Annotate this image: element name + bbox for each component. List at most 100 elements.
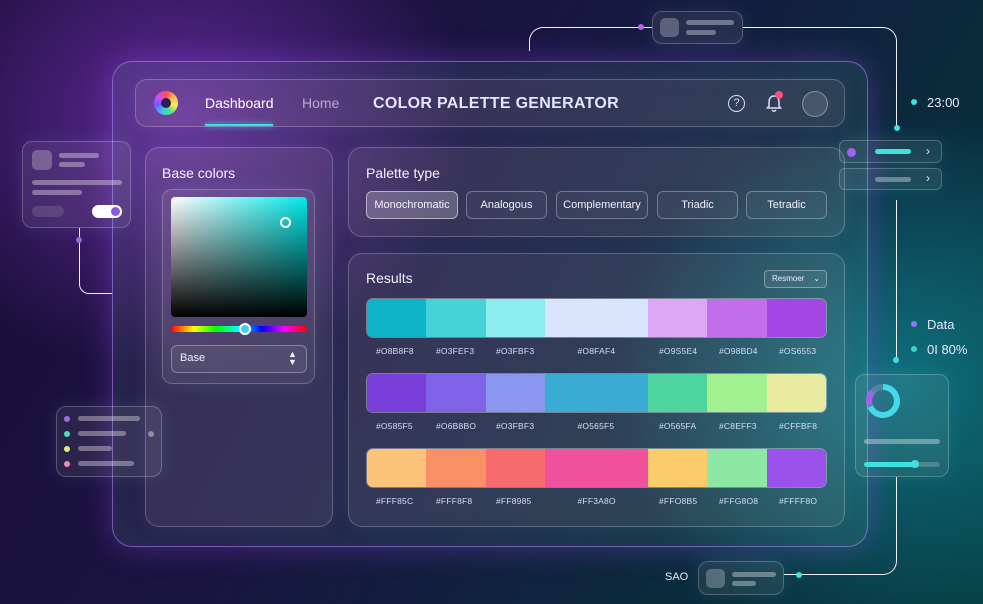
color-swatch[interactable] bbox=[485, 374, 546, 412]
hex-code-label: #O585F5 bbox=[376, 421, 413, 431]
color-swatch[interactable] bbox=[647, 374, 708, 412]
legend-dot bbox=[64, 416, 70, 422]
color-picker-handle[interactable] bbox=[280, 217, 291, 228]
data-label: Data bbox=[927, 317, 955, 332]
color-swatch[interactable] bbox=[766, 299, 826, 337]
color-swatch[interactable] bbox=[426, 299, 486, 337]
color-swatch[interactable] bbox=[426, 449, 486, 487]
palette-type-tetradic[interactable]: Tetradic bbox=[746, 191, 827, 219]
palette-type-complementary[interactable]: Complementary bbox=[556, 191, 648, 219]
legend-dot bbox=[64, 446, 70, 452]
color-swatch[interactable] bbox=[707, 299, 767, 337]
placeholder-line bbox=[78, 431, 126, 436]
time-label: 23:00 bbox=[927, 95, 960, 110]
side-card-thumbnail bbox=[706, 569, 725, 588]
base-colors-title: Base colors bbox=[162, 165, 236, 181]
color-swatch[interactable] bbox=[426, 374, 486, 412]
placeholder-line bbox=[78, 416, 140, 421]
color-swatch[interactable] bbox=[485, 449, 546, 487]
hex-code-label: #FF3A8O bbox=[577, 496, 616, 506]
hue-slider-handle[interactable] bbox=[239, 323, 251, 335]
reorder-dropdown[interactable]: Resmoer ⌄ bbox=[764, 270, 827, 288]
hex-code-label: #O9S5E4 bbox=[659, 346, 698, 356]
placeholder-line bbox=[32, 180, 122, 185]
placeholder-pill bbox=[32, 206, 64, 217]
palette-row[interactable] bbox=[366, 448, 827, 488]
palette-type-monochromatic[interactable]: Monochromatic bbox=[366, 191, 458, 219]
color-swatch[interactable] bbox=[647, 449, 708, 487]
tab-home[interactable]: Home bbox=[302, 95, 339, 111]
percent-dot bbox=[911, 346, 917, 352]
progress-handle[interactable] bbox=[911, 460, 919, 468]
connector-line bbox=[529, 27, 652, 51]
chevron-right-icon: › bbox=[926, 144, 930, 158]
placeholder-line bbox=[686, 30, 716, 35]
hex-code-label: #FFF8F8 bbox=[436, 496, 473, 506]
color-swatch[interactable] bbox=[367, 374, 427, 412]
placeholder-line bbox=[78, 461, 134, 466]
tab-dashboard[interactable]: Dashboard bbox=[205, 95, 274, 111]
hex-code-label: #O3FEF3 bbox=[436, 346, 475, 356]
color-swatch[interactable] bbox=[707, 374, 767, 412]
hex-code-label: #OS6553 bbox=[779, 346, 817, 356]
percent-label: 0I 80% bbox=[927, 342, 968, 357]
legend-dot bbox=[64, 431, 70, 437]
hex-code-label: #O8B8F8 bbox=[376, 346, 414, 356]
color-swatch[interactable] bbox=[485, 299, 546, 337]
hex-code-label: #O565F5 bbox=[577, 421, 615, 431]
hex-code-label: #FFO8B5 bbox=[659, 496, 698, 506]
hex-code-label: #O3FBF3 bbox=[496, 346, 535, 356]
placeholder-line bbox=[59, 162, 85, 167]
chevron-down-icon: ⌄ bbox=[813, 274, 820, 283]
palette-type-title: Palette type bbox=[366, 165, 440, 181]
color-swatch[interactable] bbox=[545, 374, 648, 412]
connector-dot bbox=[796, 572, 802, 578]
placeholder-line bbox=[732, 581, 756, 586]
color-swatch[interactable] bbox=[545, 449, 648, 487]
data-dot bbox=[911, 321, 917, 327]
color-swatch[interactable] bbox=[367, 449, 427, 487]
results-title: Results bbox=[366, 270, 413, 286]
side-card-thumbnail bbox=[32, 150, 52, 170]
placeholder-line bbox=[59, 153, 99, 158]
hex-code-label: #FFG8O8 bbox=[719, 496, 759, 506]
hex-code-label: #O565FA bbox=[659, 421, 697, 431]
palette-type-analogous[interactable]: Analogous bbox=[466, 191, 547, 219]
connector-line bbox=[784, 477, 897, 575]
page-title: COLOR PALETTE GENERATOR bbox=[373, 95, 620, 112]
color-swatch[interactable] bbox=[647, 299, 708, 337]
palette-type-triadic[interactable]: Triadic bbox=[657, 191, 738, 219]
side-card-thumbnail bbox=[660, 18, 679, 37]
saturation-value-area[interactable] bbox=[171, 197, 307, 317]
reorder-label: Resmoer bbox=[772, 274, 805, 283]
connector-dot bbox=[893, 357, 899, 363]
hex-code-label: #C8EFF3 bbox=[719, 421, 757, 431]
color-swatch[interactable] bbox=[367, 299, 427, 337]
color-swatch[interactable] bbox=[766, 374, 826, 412]
color-wheel-icon[interactable] bbox=[154, 91, 178, 115]
base-select-value: Base bbox=[180, 352, 206, 364]
hex-code-label: #O98BD4 bbox=[719, 346, 758, 356]
hex-code-label: #O8FAF4 bbox=[577, 346, 616, 356]
bottom-label: SAO bbox=[665, 571, 689, 583]
connector-dot bbox=[76, 237, 82, 243]
placeholder-line bbox=[864, 439, 940, 444]
color-swatch[interactable] bbox=[545, 299, 648, 337]
donut-chart-icon bbox=[866, 384, 900, 418]
hex-code-label: #CFFBF8 bbox=[779, 421, 818, 431]
progress-fill bbox=[864, 462, 916, 467]
toggle-switch[interactable] bbox=[92, 205, 122, 218]
hex-code-label: #FFF85C bbox=[376, 496, 414, 506]
placeholder-line bbox=[875, 177, 911, 182]
hex-code-label: #O3FBF3 bbox=[496, 421, 535, 431]
chevron-right-icon: › bbox=[926, 171, 930, 185]
connector-line bbox=[896, 200, 898, 358]
placeholder-line bbox=[32, 190, 82, 195]
toggle-knob bbox=[111, 207, 120, 216]
palette-row[interactable] bbox=[366, 373, 827, 413]
legend-dot bbox=[64, 461, 70, 467]
palette-row[interactable] bbox=[366, 298, 827, 338]
nav-dot bbox=[847, 148, 856, 157]
placeholder-line bbox=[732, 572, 776, 577]
color-swatch[interactable] bbox=[707, 449, 767, 487]
